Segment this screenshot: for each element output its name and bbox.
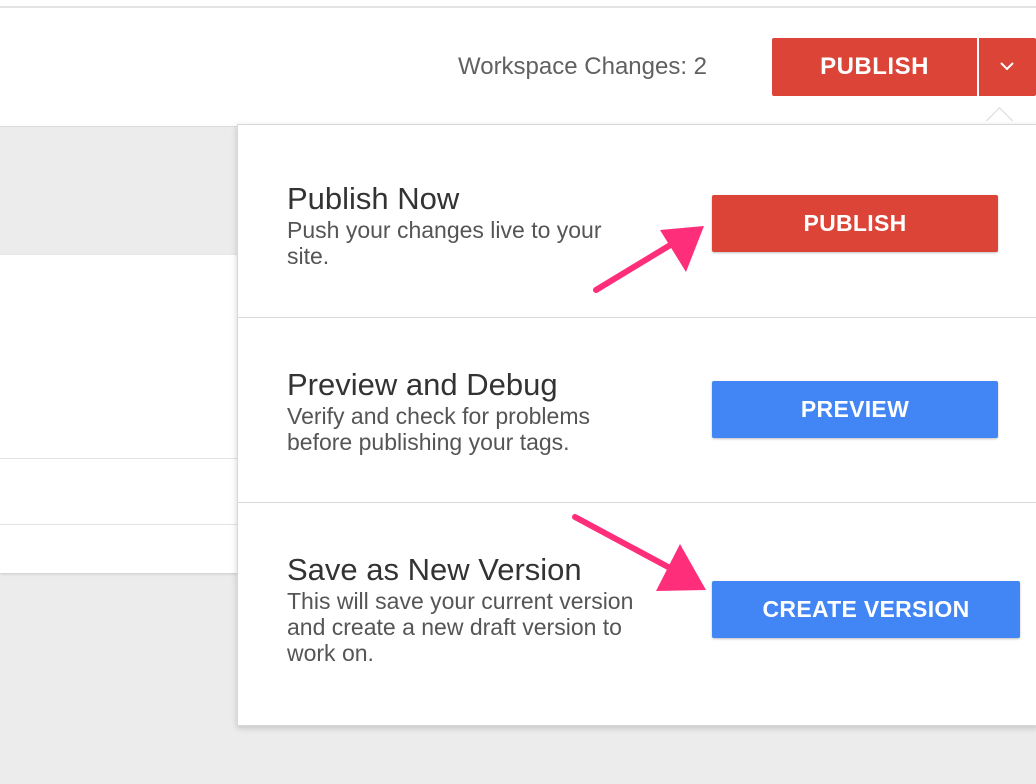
save-version-section: Save as New Version This will save your … [238,503,1036,725]
preview-button[interactable]: PREVIEW [712,381,998,438]
publish-options-toggle[interactable] [979,38,1036,96]
publish-button[interactable]: PUBLISH [772,38,977,96]
chevron-down-icon [1000,62,1014,71]
row-divider [0,458,238,459]
top-divider [0,6,1036,8]
publish-now-section: Publish Now Push your changes live to yo… [238,125,1036,318]
background-panel [0,255,238,573]
publish-now-button[interactable]: PUBLISH [712,195,998,252]
section-description: Verify and check for problems before pub… [287,403,590,455]
preview-debug-section: Preview and Debug Verify and check for p… [238,318,1036,503]
top-bar: Workspace Changes: 2 PUBLISH [0,0,1036,127]
workspace-changes-label: Workspace Changes: 2 [458,53,708,80]
publish-dropdown: Publish Now Push your changes live to yo… [237,124,1036,726]
row-divider [0,524,238,525]
section-description: This will save your current version and … [287,588,634,666]
section-title: Preview and Debug [287,367,558,402]
create-version-button[interactable]: CREATE VERSION [712,581,1020,638]
section-title: Save as New Version [287,552,582,587]
section-title: Publish Now [287,181,460,216]
section-description: Push your changes live to your site. [287,217,602,269]
